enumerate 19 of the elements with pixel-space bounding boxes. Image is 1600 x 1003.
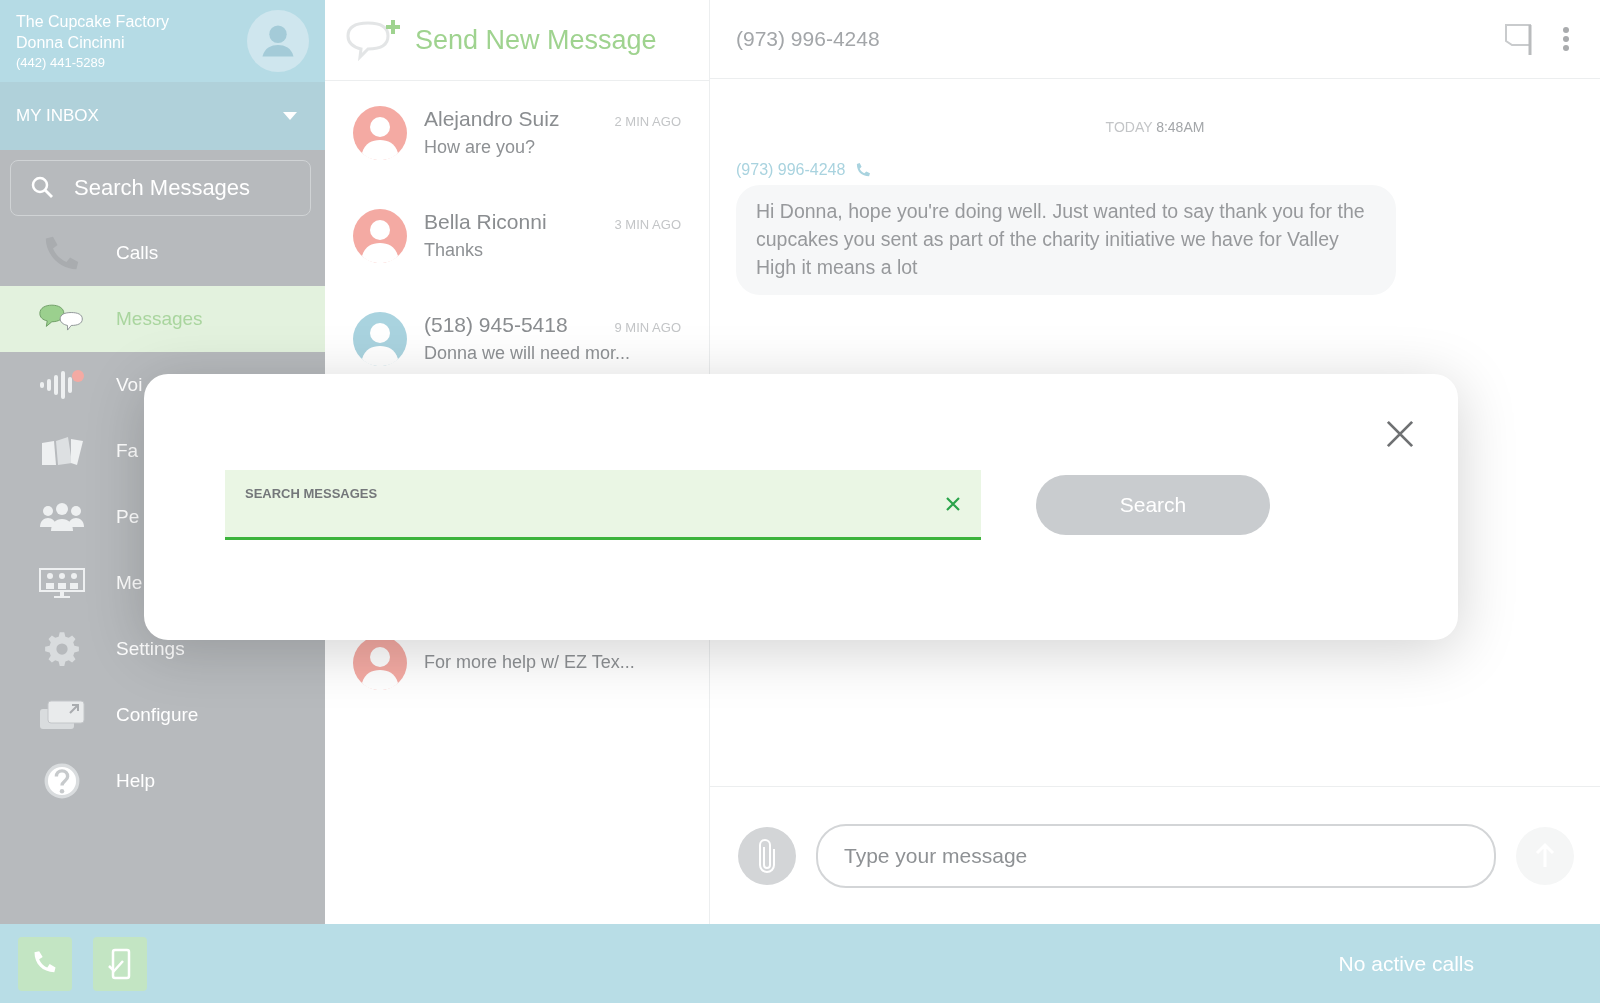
message-preview: For more help w/ EZ Tex...: [424, 652, 636, 673]
message-time: 9 MIN AGO: [614, 320, 681, 335]
contact-name: (518) 945-5418: [424, 313, 568, 337]
message-time: 3 MIN AGO: [614, 217, 681, 232]
user-phone: (442) 441-5289: [16, 54, 106, 70]
message-preview: How are you?: [424, 137, 537, 158]
field-label: SEARCH MESSAGES: [245, 486, 378, 501]
message-preview: Thanks: [424, 240, 485, 261]
date-label: TODAY: [1105, 119, 1153, 135]
contact-name: Alejandro Suiz: [424, 107, 560, 131]
message-time: 2 MIN AGO: [614, 114, 681, 129]
thread-title: (973) 996-4248: [736, 27, 880, 51]
call-status: No active calls: [1338, 951, 1474, 976]
company-name: The Cupcake Factory: [16, 12, 169, 31]
message-bubble: Hi Donna, hope you're doing well. Just wanted to say thank you for the cupcakes you sent as part of the charity initiative we have for Valley High it means a lot: [736, 185, 1396, 295]
contact-name: Bella Riconni: [424, 210, 547, 234]
user-name: Donna Cincinni: [16, 33, 126, 52]
time-label: 8:48AM: [1156, 119, 1205, 135]
message-preview: Donna we will need mor...: [424, 343, 632, 364]
